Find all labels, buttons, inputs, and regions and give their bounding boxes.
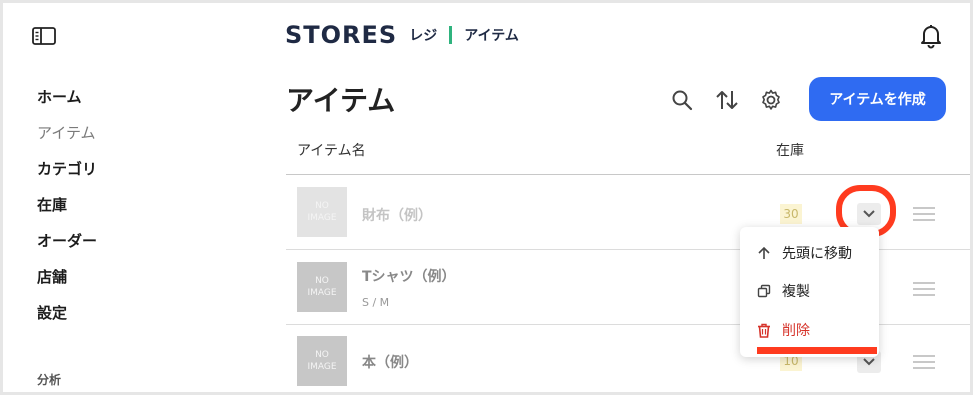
menu-item-move-to-top[interactable]: 先頭に移動: [740, 234, 879, 272]
brand-sub: レジ: [409, 28, 438, 44]
sidebar-item-items[interactable]: アイテム: [37, 121, 97, 157]
bell-icon[interactable]: [919, 23, 943, 49]
item-name: Tシャツ（例）: [362, 269, 456, 285]
item-thumbnail: NO IMAGE: [297, 187, 347, 237]
stock-badge: 30: [780, 204, 802, 224]
sidebar-toggle-icon[interactable]: [30, 25, 58, 47]
brand-divider: [449, 26, 453, 44]
sidebar-item-stores[interactable]: 店舗: [37, 265, 97, 301]
header-page-name: アイテム: [464, 28, 519, 44]
item-variants: S / M: [362, 296, 390, 309]
drag-handle-icon[interactable]: [913, 282, 935, 298]
sidebar-item-settings[interactable]: 設定: [37, 301, 97, 337]
highlight-underline: [757, 347, 877, 354]
sidebar-item-categories[interactable]: カテゴリ: [37, 157, 97, 193]
sidebar-item-orders[interactable]: オーダー: [37, 229, 97, 265]
copy-icon: [756, 283, 772, 299]
sidebar-nav: ホーム アイテム カテゴリ 在庫 オーダー 店舗 設定: [37, 85, 97, 337]
brand-logo[interactable]: STORES: [285, 21, 397, 49]
item-name: 財布（例）: [362, 208, 432, 224]
item-thumbnail: NO IMAGE: [297, 336, 347, 386]
drag-handle-icon[interactable]: [913, 207, 935, 223]
gear-icon[interactable]: [758, 87, 784, 113]
sidebar-item-inventory[interactable]: 在庫: [37, 193, 97, 229]
brand: STORES レジ アイテム: [285, 20, 519, 50]
sidebar-item-home[interactable]: ホーム: [37, 85, 97, 121]
arrow-up-icon: [756, 245, 772, 261]
sidebar-section-analytics: 分析: [37, 373, 62, 387]
menu-item-label: 削除: [782, 323, 810, 339]
trash-icon: [756, 322, 772, 338]
item-thumbnail: NO IMAGE: [297, 262, 347, 312]
drag-handle-icon[interactable]: [913, 355, 935, 371]
search-icon[interactable]: [669, 87, 695, 113]
menu-item-label: 複製: [782, 284, 810, 300]
column-header-name[interactable]: アイテム名: [297, 140, 366, 160]
sort-icon[interactable]: [714, 87, 740, 113]
menu-item-label: 先頭に移動: [782, 246, 852, 262]
app-frame: STORES レジ アイテム ホーム アイテム カテゴリ 在庫 オーダー 店舗 …: [3, 3, 970, 392]
menu-item-delete[interactable]: 削除: [740, 311, 879, 349]
row-action-menu: 先頭に移動 複製 削除: [740, 227, 879, 357]
column-header-stock[interactable]: 在庫: [776, 140, 804, 160]
create-item-button[interactable]: アイテムを作成: [809, 77, 946, 121]
menu-item-duplicate[interactable]: 複製: [740, 272, 879, 310]
item-name: 本（例）: [362, 355, 418, 371]
page-title: アイテム: [286, 84, 396, 117]
